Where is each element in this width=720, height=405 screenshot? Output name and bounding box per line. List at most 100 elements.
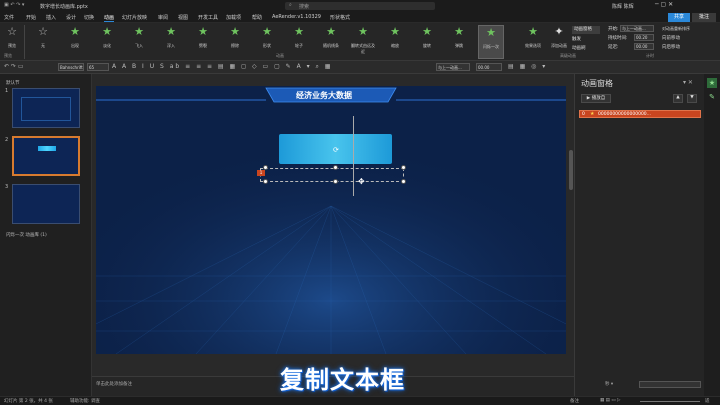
move-down-button[interactable]: ▼: [687, 94, 697, 103]
menu-file[interactable]: 文件: [4, 14, 14, 21]
video-caption: 复制文本框: [280, 366, 405, 394]
effect-star-icon: ★: [102, 25, 112, 38]
notes-toggle[interactable]: 备注: [570, 398, 579, 404]
search-box[interactable]: ⌕ 搜索: [285, 2, 435, 10]
ribbon: ☆ 预览 ☆ 无 ★ 出现 ★ 淡化 ★ 飞入 ★ 浮入 ★ 劈裂 ★ 擦除 ★ 形状 ★ 轮子 ★ 随机线条 ★ 翻转式…: [0, 23, 720, 61]
resize-handle[interactable]: [401, 179, 406, 184]
thumb-number: 2: [5, 137, 9, 143]
start-select[interactable]: 与上一动画...: [620, 25, 654, 32]
menu-addins[interactable]: 加载项: [226, 14, 241, 21]
menu-review[interactable]: 审阅: [158, 14, 168, 21]
slide-canvas[interactable]: 经济业务大数据 1 ⟳ ✥: [96, 86, 566, 354]
animation-pane-icon[interactable]: ★: [707, 78, 717, 88]
effect-label: 缩放: [391, 43, 399, 48]
effect-4[interactable]: ★ 浮入: [158, 25, 184, 59]
extra-toolbar-icons[interactable]: ▤ ▦ ◎ ▾: [508, 63, 547, 70]
menu-insert[interactable]: 插入: [46, 14, 56, 21]
thumb-number: 3: [5, 184, 9, 190]
pane-close-icon[interactable]: ▾ ✕: [683, 79, 693, 86]
selection-outline[interactable]: [260, 168, 404, 182]
quick-access-icons[interactable]: ▣ ↶ ↷ ▾: [4, 2, 24, 8]
notes-placeholder[interactable]: 单击此处添加备注: [96, 381, 132, 387]
effect-0[interactable]: ☆ 无: [30, 25, 56, 59]
effect-13[interactable]: ★ 弹跳: [446, 25, 472, 59]
slide-thumbnail-3[interactable]: [12, 184, 80, 224]
menu-animations[interactable]: 动画: [104, 14, 115, 22]
effect-11[interactable]: ★ 缩放: [382, 25, 408, 59]
timing-input-quick[interactable]: 00.00: [476, 63, 502, 71]
animation-list-item[interactable]: 0 ★ 00000000000000000...: [579, 110, 701, 118]
animation-painter-button[interactable]: 动画刷: [572, 45, 586, 51]
slide-header-title[interactable]: 经济业务大数据: [296, 90, 352, 101]
effect-1[interactable]: ★ 出现: [62, 25, 88, 59]
move-earlier-button[interactable]: 向前移动: [662, 35, 680, 41]
menu-view[interactable]: 视图: [178, 14, 188, 21]
effect-12[interactable]: ★ 旋转: [414, 25, 440, 59]
duration-input[interactable]: 00.20: [634, 34, 654, 41]
design-icon[interactable]: ✎: [707, 92, 717, 102]
search-icon: ⌕: [289, 2, 292, 8]
effect-label: 闪烁一次: [483, 44, 499, 49]
delay-input[interactable]: 00.00: [634, 43, 654, 50]
menu-transitions[interactable]: 切换: [84, 14, 94, 21]
menu-slideshow[interactable]: 幻灯片放映: [122, 14, 147, 21]
section-anim[interactable]: 闪烁一次 动画库 (1): [6, 232, 47, 238]
font-size-select[interactable]: 65: [87, 63, 109, 71]
menu-aerender[interactable]: AeRender.v1.10329: [272, 14, 321, 20]
effect-10[interactable]: ★ 翻转式由远及近: [350, 25, 376, 59]
effect-2[interactable]: ★ 淡化: [94, 25, 120, 59]
thumb-number: 1: [5, 88, 9, 94]
effect-8[interactable]: ★ 轮子: [286, 25, 312, 59]
timeline-ruler[interactable]: [639, 381, 701, 388]
slide-thumbnail-2[interactable]: [12, 136, 80, 176]
animation-pane-button[interactable]: 动画窗格: [572, 26, 600, 34]
zoom-slider[interactable]: [640, 401, 700, 402]
menu-home[interactable]: 开始: [26, 14, 36, 21]
window-controls[interactable]: ─ ▢ ✕: [655, 1, 673, 8]
menu-design[interactable]: 设计: [66, 14, 76, 21]
menu-developer[interactable]: 开发工具: [198, 14, 218, 21]
slide-thumbnail-1[interactable]: [12, 88, 80, 128]
slide-counter: 幻灯片 第 2 张，共 4 张: [4, 399, 53, 404]
section-default[interactable]: 默认节: [6, 80, 20, 86]
effect-9[interactable]: ★ 随机线条: [318, 25, 344, 59]
resize-handle[interactable]: [263, 179, 268, 184]
effect-6[interactable]: ★ 擦除: [222, 25, 248, 59]
view-buttons[interactable]: ▦ ▤ ▭ ▷: [600, 398, 621, 403]
anim-item-label: 00000000000000000...: [598, 112, 651, 117]
effect-star-icon: ★: [70, 25, 80, 38]
menu-shape-format[interactable]: 形状格式: [330, 14, 350, 21]
start-select-quick[interactable]: 与上一动画...: [436, 63, 470, 71]
play-from-button[interactable]: ▶ 播放自: [581, 94, 611, 103]
start-label: 开始:: [608, 27, 619, 32]
effect-options-button[interactable]: ★ 效果选项: [520, 25, 546, 59]
format-icons[interactable]: A A B I U S ab ≡ ≡ ≡ ▤ ▦ ◻ ◇ ▭ ▢ ✎ A ▾ ⌕…: [112, 63, 332, 71]
effect-star-icon: ★: [134, 25, 144, 38]
comment-button[interactable]: 批注: [692, 13, 716, 22]
accessibility-status[interactable]: 辅助功能: 调查: [70, 398, 100, 404]
resize-handle[interactable]: [333, 165, 338, 170]
move-later-button[interactable]: 向后移动: [662, 44, 680, 50]
move-up-button[interactable]: ▲: [673, 94, 683, 103]
font-select[interactable]: Bahnschrift: [58, 63, 84, 71]
zoom-fit[interactable]: 适: [705, 398, 710, 404]
effect-label: 劈裂: [199, 43, 207, 48]
resize-handle[interactable]: [401, 165, 406, 170]
trigger-button[interactable]: 触发: [572, 36, 581, 42]
effect-14[interactable]: ★ 闪烁一次: [478, 25, 504, 59]
undo-icon[interactable]: ↶ ↷ ▭: [4, 63, 24, 70]
animation-tag[interactable]: 1: [257, 170, 265, 176]
add-animation-icon: ✦: [554, 25, 564, 38]
resize-handle[interactable]: [333, 179, 338, 184]
effect-3[interactable]: ★ 飞入: [126, 25, 152, 59]
rotate-handle-icon[interactable]: ⟳: [333, 146, 339, 154]
resize-handle[interactable]: [263, 165, 268, 170]
preview-label: 预览: [8, 43, 16, 48]
effect-label: 随机线条: [323, 43, 339, 48]
canvas-scrollbar[interactable]: [569, 150, 573, 190]
effect-star-icon: ★: [166, 25, 176, 38]
user-name[interactable]: 陈辉 陈辉: [612, 3, 634, 10]
share-button[interactable]: 共享: [668, 13, 690, 22]
menu-help[interactable]: 帮助: [252, 14, 262, 21]
effect-5[interactable]: ★ 劈裂: [190, 25, 216, 59]
